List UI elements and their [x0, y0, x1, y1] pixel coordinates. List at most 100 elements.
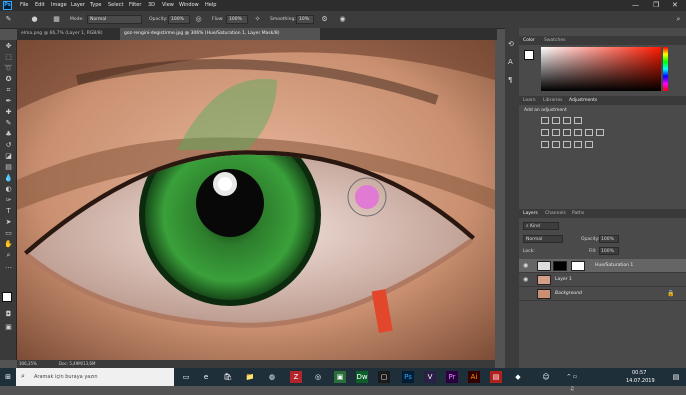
- menu-window[interactable]: Window: [179, 2, 199, 8]
- menu-layer[interactable]: Layer: [71, 2, 85, 8]
- file-explorer-icon[interactable]: 📁: [244, 371, 256, 383]
- app-icon[interactable]: ◆: [512, 371, 524, 383]
- document-canvas[interactable]: [17, 40, 495, 360]
- tab-elma[interactable]: elma.png @ 66,7% (Layer 1, RGB/8): [17, 28, 120, 40]
- menu-view[interactable]: View: [162, 2, 174, 8]
- color-fg-swatch[interactable]: [524, 50, 534, 60]
- gradient-map-icon[interactable]: [574, 141, 582, 148]
- menu-edit[interactable]: Edit: [35, 2, 45, 8]
- crop-tool-icon[interactable]: ⌗: [3, 86, 14, 95]
- tab-learn[interactable]: Learn: [523, 98, 536, 103]
- shape-tool-icon[interactable]: ▭: [3, 229, 14, 238]
- layer-row-hue-saturation[interactable]: ◉ Hue/Saturation 1: [519, 259, 686, 273]
- smoothing-field[interactable]: 10%: [296, 15, 314, 24]
- paragraph-panel-icon[interactable]: ¶: [508, 76, 512, 84]
- exposure-icon[interactable]: [574, 117, 582, 124]
- mask-thumbnail-dark[interactable]: [553, 261, 567, 271]
- hue-saturation-icon[interactable]: [552, 129, 560, 136]
- dodge-tool-icon[interactable]: ◐: [3, 185, 14, 194]
- menu-file[interactable]: File: [20, 2, 28, 8]
- healing-brush-tool-icon[interactable]: ✚: [3, 108, 14, 117]
- layer-row-layer-1[interactable]: ◉ Layer 1: [519, 273, 686, 287]
- layer-kind-filter[interactable]: ⌕ Kind: [523, 222, 559, 230]
- fill-field[interactable]: 100%: [599, 247, 619, 255]
- tab-adjustments[interactable]: Adjustments: [569, 98, 597, 103]
- gradient-tool-icon[interactable]: ▤: [3, 163, 14, 172]
- people-icon[interactable]: ☺: [540, 371, 552, 383]
- opacity-field[interactable]: 100%: [168, 15, 190, 24]
- hand-tool-icon[interactable]: ✋: [3, 240, 14, 249]
- marquee-tool-icon[interactable]: ⬚: [3, 53, 14, 62]
- black-white-icon[interactable]: [574, 129, 582, 136]
- properties-panel-icon[interactable]: A: [508, 58, 513, 66]
- hue-slider[interactable]: [663, 47, 668, 91]
- tab-color[interactable]: Color: [523, 38, 535, 43]
- clone-stamp-tool-icon[interactable]: ♣: [3, 130, 14, 139]
- color-balance-icon[interactable]: [563, 129, 571, 136]
- dreamweaver-icon[interactable]: Dw: [356, 371, 368, 383]
- tab-goz-rengini[interactable]: goz-rengini-degistirme.jpg @ 306% (Hue/S…: [120, 28, 320, 40]
- selective-color-icon[interactable]: [585, 141, 593, 148]
- layer-mask-thumbnail[interactable]: [571, 261, 585, 271]
- brush-tool-active-icon[interactable]: ✎: [3, 119, 14, 128]
- notifications-icon[interactable]: ▤: [670, 371, 682, 383]
- more-tools-icon[interactable]: …: [3, 262, 14, 271]
- vectorworks-icon[interactable]: V: [424, 371, 436, 383]
- taskbar-date[interactable]: 14.07.2019: [626, 378, 655, 384]
- app-icon[interactable]: ▢: [378, 371, 390, 383]
- brush-tool-icon[interactable]: ✎: [4, 15, 13, 24]
- menu-help[interactable]: Help: [205, 2, 216, 8]
- store-icon[interactable]: 🛍: [222, 371, 234, 383]
- layer-opacity-field[interactable]: 100%: [599, 235, 619, 243]
- menu-select[interactable]: Select: [108, 2, 123, 8]
- visibility-eye-icon[interactable]: ◉: [523, 276, 528, 283]
- quick-select-tool-icon[interactable]: ✪: [3, 75, 14, 84]
- task-view-icon[interactable]: ▭: [180, 371, 192, 383]
- channel-mixer-icon[interactable]: [596, 129, 604, 136]
- blend-mode-select[interactable]: Normal: [523, 235, 563, 243]
- photoshop-taskbar-icon[interactable]: Ps: [402, 371, 414, 383]
- vibrance-icon[interactable]: [541, 129, 549, 136]
- path-select-tool-icon[interactable]: ➤: [3, 218, 14, 227]
- type-tool-icon[interactable]: T: [3, 207, 14, 216]
- blur-tool-icon[interactable]: 💧: [3, 174, 14, 183]
- firefox-icon[interactable]: ◍: [266, 371, 278, 383]
- menu-image[interactable]: Image: [51, 2, 67, 8]
- quick-mask-icon[interactable]: ◘: [3, 310, 14, 319]
- zoom-tool-icon[interactable]: ⌕: [3, 251, 14, 260]
- mode-select[interactable]: Normal: [87, 15, 142, 24]
- lasso-tool-icon[interactable]: ➰: [3, 64, 14, 73]
- smoothing-options-gear-icon[interactable]: ⚙: [320, 15, 329, 24]
- pressure-opacity-icon[interactable]: ◎: [194, 15, 203, 24]
- brush-preset-icon[interactable]: ●: [30, 15, 39, 24]
- screen-mode-icon[interactable]: ▣: [3, 323, 14, 332]
- chrome-icon[interactable]: ◎: [312, 371, 324, 383]
- pen-tool-icon[interactable]: ✑: [3, 196, 14, 205]
- levels-icon[interactable]: [552, 117, 560, 124]
- system-tray-icons[interactable]: ^ ▭ ♫: [566, 371, 578, 392]
- visibility-eye-icon[interactable]: ◉: [523, 262, 528, 269]
- brush-settings-icon[interactable]: ▦: [52, 15, 61, 24]
- threshold-icon[interactable]: [563, 141, 571, 148]
- airbrush-icon[interactable]: ✧: [253, 15, 262, 24]
- flow-field[interactable]: 100%: [226, 15, 248, 24]
- app-icon[interactable]: ▣: [334, 371, 346, 383]
- history-panel-icon[interactable]: ⟲: [508, 40, 514, 48]
- menu-filter[interactable]: Filter: [129, 2, 141, 8]
- minimize-button[interactable]: —: [632, 1, 639, 9]
- menu-type[interactable]: Type: [90, 2, 101, 8]
- pressure-size-icon[interactable]: ◉: [338, 15, 347, 24]
- menu-3d[interactable]: 3D: [148, 2, 155, 8]
- foreground-color-swatch[interactable]: [2, 292, 12, 302]
- search-icon[interactable]: ⌕: [674, 15, 683, 24]
- taskbar-time[interactable]: 00:57: [632, 370, 646, 376]
- tab-libraries[interactable]: Libraries: [543, 98, 562, 103]
- maximize-button[interactable]: ❐: [653, 1, 659, 9]
- zoom-level[interactable]: 306,35%: [19, 361, 37, 366]
- tab-layers[interactable]: Layers: [523, 211, 538, 216]
- posterize-icon[interactable]: [552, 141, 560, 148]
- filezilla-icon[interactable]: Z: [290, 371, 302, 383]
- history-brush-tool-icon[interactable]: ↺: [3, 141, 14, 150]
- edge-icon[interactable]: e: [200, 371, 212, 383]
- invert-icon[interactable]: [541, 141, 549, 148]
